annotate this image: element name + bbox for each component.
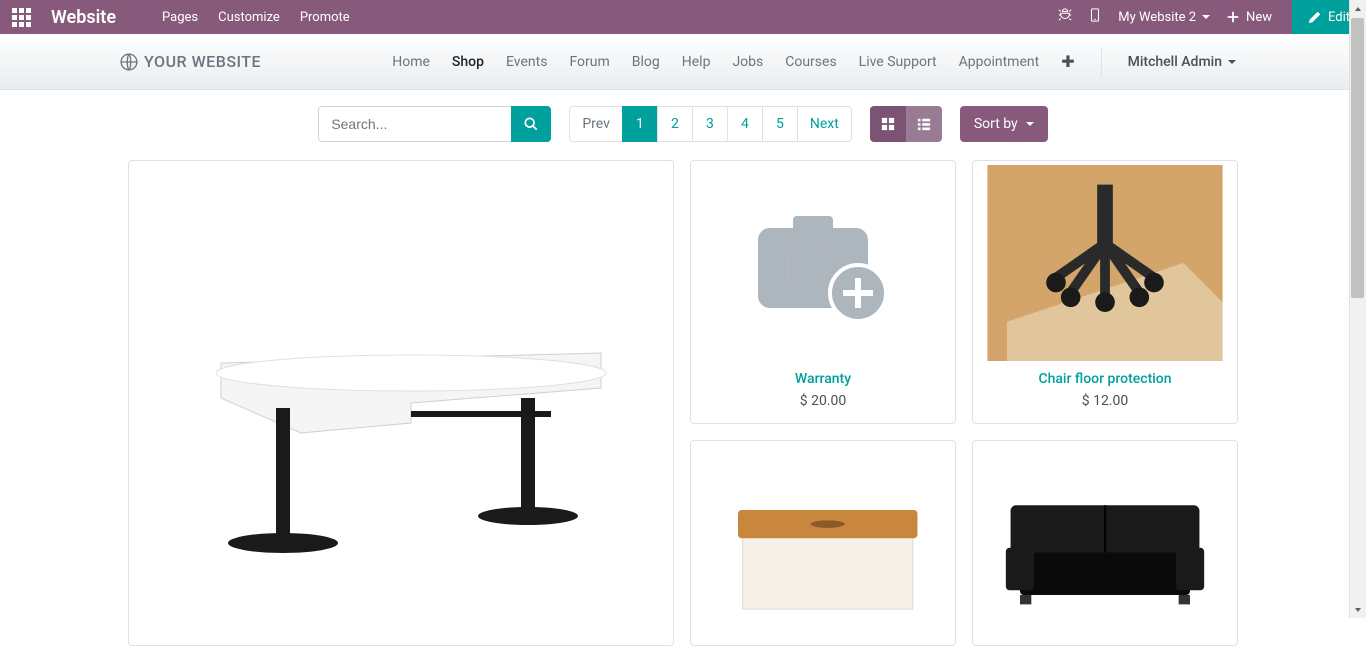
page-prev[interactable]: Prev [569, 106, 623, 142]
sort-dropdown[interactable]: Sort by [960, 106, 1048, 142]
grid-icon [881, 117, 895, 131]
desk-image [181, 233, 621, 573]
site-logo[interactable]: YOUR WEBSITE [120, 52, 261, 71]
placeholder-image-icon [738, 198, 908, 328]
page-4[interactable]: 4 [727, 106, 763, 142]
storage-box-image [695, 458, 951, 628]
edit-button-label: Edit [1328, 10, 1350, 25]
website-selector[interactable]: My Website 2 [1118, 10, 1210, 25]
globe-icon [120, 53, 138, 71]
brand-title[interactable]: Website [51, 7, 116, 28]
product-price: $ 20.00 [695, 393, 951, 409]
search-group [318, 106, 551, 142]
mobile-icon[interactable] [1088, 8, 1102, 26]
nav-events[interactable]: Events [506, 54, 547, 70]
nav-courses[interactable]: Courses [785, 54, 836, 70]
caret-down-icon [1026, 122, 1034, 126]
nav-divider [1101, 47, 1102, 77]
product-title: Chair floor protection [977, 371, 1233, 387]
caret-down-icon [1202, 15, 1210, 19]
search-button[interactable] [511, 106, 551, 142]
shop-toolbar: Prev 1 2 3 4 5 Next Sort by [0, 90, 1366, 154]
page-1[interactable]: 1 [622, 106, 658, 142]
apps-icon[interactable] [12, 8, 31, 27]
list-icon [917, 117, 931, 131]
sort-label: Sort by [974, 116, 1018, 132]
nav-blog[interactable]: Blog [632, 54, 660, 70]
scroll-thumb[interactable] [1351, 18, 1364, 298]
product-title: Warranty [695, 371, 951, 387]
grid-view-button[interactable] [870, 106, 906, 142]
nav-add-icon[interactable]: ✚ [1061, 52, 1074, 71]
scroll-up-icon[interactable] [1350, 0, 1366, 17]
topbar-menu-customize[interactable]: Customize [218, 10, 280, 25]
nav-forum[interactable]: Forum [569, 54, 609, 70]
product-card-warranty[interactable]: Warranty $ 20.00 [690, 160, 956, 424]
new-button-label: New [1246, 10, 1272, 25]
page-next[interactable]: Next [797, 106, 852, 142]
topbar-menu-pages[interactable]: Pages [162, 10, 198, 25]
list-view-button[interactable] [906, 106, 942, 142]
chair-mat-image [977, 165, 1233, 361]
scrollbar[interactable] [1349, 0, 1366, 618]
nav-appointment[interactable]: Appointment [959, 54, 1040, 70]
product-price: $ 12.00 [977, 393, 1233, 409]
new-button[interactable]: New [1226, 10, 1272, 25]
view-toggle [870, 106, 942, 142]
page-3[interactable]: 3 [692, 106, 728, 142]
pagination: Prev 1 2 3 4 5 Next [569, 106, 852, 142]
bug-icon[interactable] [1058, 8, 1072, 26]
pencil-icon [1308, 10, 1322, 24]
nav-live-support[interactable]: Live Support [859, 54, 937, 70]
product-card-sofa[interactable] [972, 440, 1238, 646]
navbar: YOUR WEBSITE Home Shop Events Forum Blog… [0, 34, 1366, 90]
website-selector-label: My Website 2 [1118, 10, 1196, 25]
search-input[interactable] [318, 106, 511, 142]
page-2[interactable]: 2 [657, 106, 693, 142]
logo-text: YOUR WEBSITE [144, 52, 261, 71]
product-card-chair-floor[interactable]: Chair floor protection $ 12.00 [972, 160, 1238, 424]
page-5[interactable]: 5 [762, 106, 798, 142]
product-card-storage[interactable] [690, 440, 956, 646]
plus-icon [1226, 10, 1240, 24]
caret-down-icon [1228, 60, 1236, 64]
search-icon [524, 117, 538, 131]
nav-help[interactable]: Help [682, 54, 711, 70]
nav-links: Home Shop Events Forum Blog Help Jobs Co… [392, 47, 1236, 77]
scroll-down-icon[interactable] [1350, 601, 1366, 618]
sofa-image [977, 458, 1233, 628]
nav-home[interactable]: Home [392, 54, 430, 70]
product-grid: Warranty $ 20.00 [0, 160, 1366, 666]
nav-user-dropdown[interactable]: Mitchell Admin [1128, 54, 1236, 70]
nav-user-label: Mitchell Admin [1128, 54, 1222, 70]
topbar: Website Pages Customize Promote My Websi… [0, 0, 1366, 34]
nav-jobs[interactable]: Jobs [732, 54, 763, 70]
nav-shop[interactable]: Shop [452, 54, 484, 70]
topbar-menu-promote[interactable]: Promote [300, 10, 350, 25]
product-card-desk[interactable] [128, 160, 674, 646]
